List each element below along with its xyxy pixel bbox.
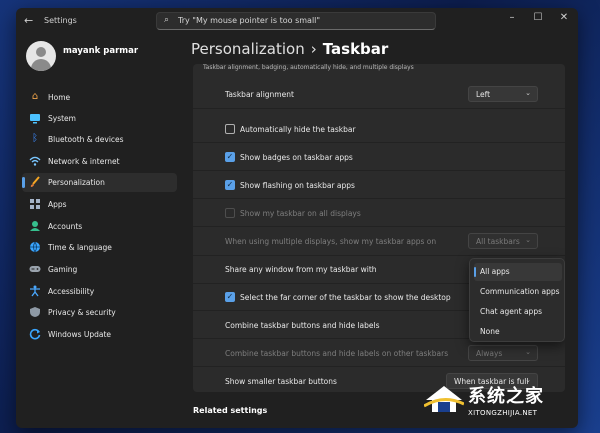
sidebar-item-windows-update[interactable]: Windows Update bbox=[22, 325, 177, 344]
accounts-icon bbox=[29, 220, 41, 232]
flashing-label: Show flashing on taskbar apps bbox=[240, 181, 355, 190]
multi-display-dropdown[interactable]: All taskbars ⌄ bbox=[468, 233, 538, 249]
selection-indicator bbox=[474, 267, 476, 277]
avatar[interactable] bbox=[26, 41, 56, 71]
minimize-icon[interactable]: – bbox=[502, 12, 522, 23]
share-window-flyout: All apps Communication apps Chat agent a… bbox=[469, 258, 565, 342]
title-bar: ← Settings ⌕ Try "My mouse pointer is to… bbox=[16, 8, 578, 34]
sidebar-item-bluetooth[interactable]: ᛒ Bluetooth & devices bbox=[22, 130, 177, 149]
breadcrumb-separator: › bbox=[310, 40, 317, 58]
auto-hide-label: Automatically hide the taskbar bbox=[240, 125, 356, 134]
chevron-down-icon: ⌄ bbox=[525, 236, 531, 244]
sidebar-item-time-language[interactable]: Time & language bbox=[22, 238, 177, 257]
wifi-icon bbox=[29, 155, 41, 167]
multi-display-label: When using multiple displays, show my ta… bbox=[225, 237, 437, 246]
badges-label: Show badges on taskbar apps bbox=[240, 153, 353, 162]
settings-window: ← Settings ⌕ Try "My mouse pointer is to… bbox=[16, 8, 578, 428]
sidebar-item-network[interactable]: Network & internet bbox=[22, 152, 177, 171]
site-watermark: 系统之家 XITONGZHIJIA.NET bbox=[424, 378, 596, 430]
combine-other-dropdown[interactable]: Always ⌄ bbox=[468, 345, 538, 361]
home-icon: ⌂ bbox=[31, 91, 39, 102]
profile-name: mayank parmar bbox=[63, 46, 139, 56]
search-box[interactable]: ⌕ Try "My mouse pointer is too small" bbox=[156, 12, 436, 30]
flyout-option-none[interactable]: None bbox=[474, 323, 562, 341]
app-title: Settings bbox=[44, 16, 77, 25]
chevron-down-icon: ⌄ bbox=[525, 348, 531, 356]
shield-icon bbox=[29, 306, 41, 318]
taskbar-alignment-label: Taskbar alignment bbox=[225, 90, 294, 99]
section-description: Taskbar alignment, badging, automaticall… bbox=[203, 64, 414, 71]
sidebar-item-gaming[interactable]: Gaming bbox=[22, 260, 177, 279]
bluetooth-icon: ᛒ bbox=[32, 133, 38, 144]
flashing-checkbox[interactable]: ✓ bbox=[225, 180, 235, 190]
chevron-down-icon: ⌄ bbox=[525, 89, 531, 97]
update-icon bbox=[29, 328, 41, 340]
sidebar-item-accounts[interactable]: Accounts bbox=[22, 217, 177, 236]
sidebar-item-personalization[interactable]: Personalization bbox=[22, 173, 177, 192]
taskbar-alignment-dropdown[interactable]: Left ⌄ bbox=[468, 86, 538, 102]
all-displays-label: Show my taskbar on all displays bbox=[240, 209, 361, 218]
search-icon: ⌕ bbox=[164, 15, 170, 25]
all-displays-checkbox[interactable] bbox=[225, 208, 235, 218]
watermark-url: XITONGZHIJIA.NET bbox=[468, 409, 538, 417]
back-arrow-icon[interactable]: ← bbox=[24, 14, 33, 27]
combine-other-label: Combine taskbar buttons and hide labels … bbox=[225, 349, 449, 358]
breadcrumb-parent[interactable]: Personalization bbox=[191, 40, 305, 58]
watermark-text: 系统之家 bbox=[468, 386, 544, 407]
related-settings-heading: Related settings bbox=[193, 406, 268, 415]
accessibility-icon bbox=[29, 285, 41, 297]
far-corner-label: Select the far corner of the taskbar to … bbox=[240, 293, 451, 302]
maximize-icon[interactable]: ☐ bbox=[528, 12, 548, 23]
system-icon bbox=[29, 112, 41, 124]
settings-panel bbox=[193, 64, 565, 392]
search-input[interactable]: Try "My mouse pointer is too small" bbox=[178, 16, 320, 25]
gaming-icon bbox=[29, 263, 41, 275]
watermark-logo-icon bbox=[424, 386, 464, 412]
apps-icon bbox=[29, 198, 41, 210]
sidebar-item-system[interactable]: System bbox=[22, 109, 177, 128]
selection-indicator bbox=[22, 177, 25, 188]
taskbar-behaviors-section: Taskbar alignment, badging, automaticall… bbox=[193, 64, 565, 394]
sidebar-item-home[interactable]: ⌂ Home bbox=[22, 88, 177, 107]
smaller-buttons-label: Show smaller taskbar buttons bbox=[225, 377, 337, 386]
page-title: Personalization › Taskbar bbox=[191, 40, 388, 58]
sidebar-item-accessibility[interactable]: Accessibility bbox=[22, 282, 177, 301]
auto-hide-checkbox[interactable] bbox=[225, 124, 235, 134]
share-window-label: Share any window from my taskbar with bbox=[225, 265, 377, 274]
breadcrumb-current: Taskbar bbox=[322, 40, 389, 58]
close-icon[interactable]: ✕ bbox=[554, 12, 574, 23]
sidebar-item-apps[interactable]: Apps bbox=[22, 195, 177, 214]
flyout-option-chat-agent-apps[interactable]: Chat agent apps bbox=[474, 303, 562, 321]
brush-icon bbox=[29, 176, 41, 188]
globe-icon bbox=[29, 241, 41, 253]
far-corner-checkbox[interactable]: ✓ bbox=[225, 292, 235, 302]
flyout-option-all-apps[interactable]: All apps bbox=[474, 263, 562, 281]
flyout-option-communication-apps[interactable]: Communication apps bbox=[474, 283, 562, 301]
sidebar-item-privacy[interactable]: Privacy & security bbox=[22, 303, 177, 322]
badges-checkbox[interactable]: ✓ bbox=[225, 152, 235, 162]
combine-label: Combine taskbar buttons and hide labels bbox=[225, 321, 380, 330]
